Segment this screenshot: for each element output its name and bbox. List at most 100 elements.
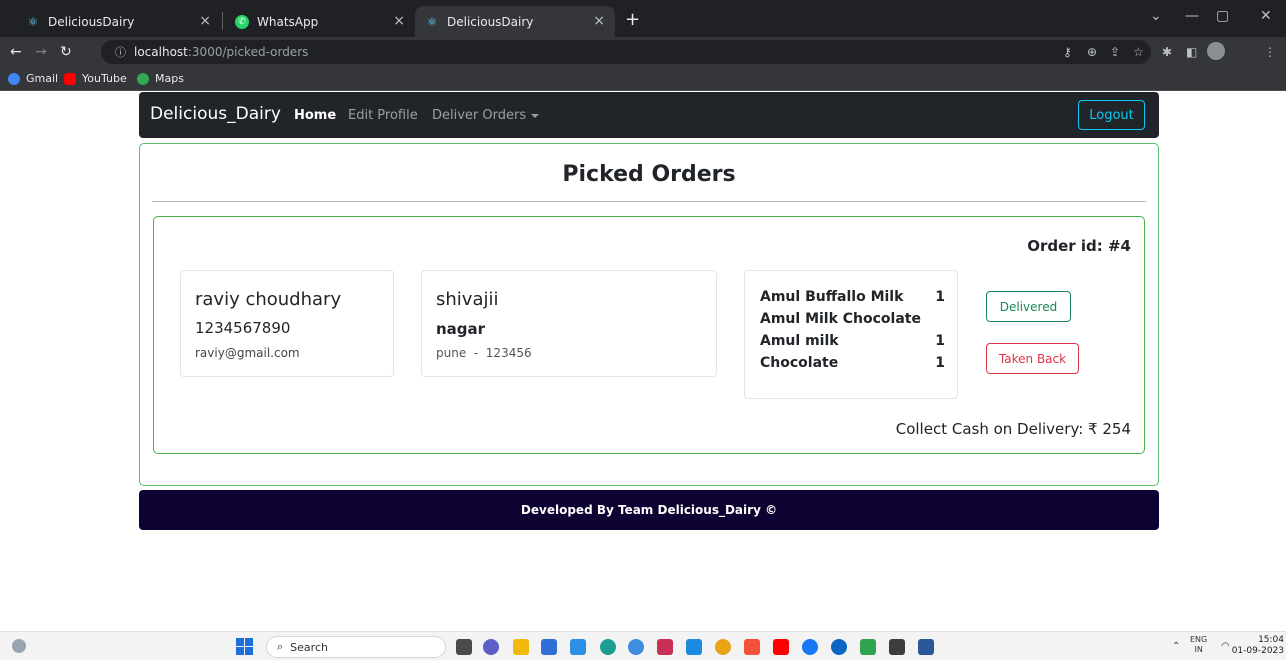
react-icon: ⚛ <box>426 14 438 29</box>
tab-title: DeliciousDairy <box>48 14 135 29</box>
delivered-button[interactable]: Delivered <box>986 291 1071 322</box>
sidepanel-icon[interactable]: ◧ <box>1186 45 1197 59</box>
browser-tab-bar: ⚛ DeliciousDairy × ✆ WhatsApp × ⚛ Delici… <box>0 0 1286 37</box>
customer-name: raviy choudhary <box>195 289 342 310</box>
items-list: Amul Buffallo Milk 1 Amul Milk Chocolate… <box>760 289 945 377</box>
zoom-icon[interactable]: ⊕ <box>1087 45 1097 59</box>
site-info-icon[interactable]: ⓘ <box>115 44 126 60</box>
title-divider <box>152 201 1146 202</box>
taskbar-clock[interactable]: 15:04 01-09-2023 <box>1226 635 1284 657</box>
order-card: Order id: #4 raviy choudhary 1234567890 … <box>153 216 1145 454</box>
key-icon[interactable]: ⚷ <box>1063 45 1072 59</box>
back-icon[interactable]: ← <box>10 44 22 60</box>
facebook-icon[interactable] <box>802 639 818 655</box>
url-host: localhost <box>134 45 188 59</box>
language-indicator[interactable]: ENG IN <box>1190 635 1207 655</box>
file-explorer-icon[interactable] <box>513 639 529 655</box>
word-icon[interactable] <box>918 639 934 655</box>
restore-icon[interactable]: ▢ <box>1216 8 1229 24</box>
tab-close-icon[interactable]: × <box>593 13 605 29</box>
bookmarks-bar: Gmail YouTube Maps <box>0 67 1286 91</box>
browser-tab-3[interactable]: ⚛ DeliciousDairy × <box>415 6 615 37</box>
browser-menu-icon[interactable]: ⋮ <box>1264 45 1276 59</box>
react-icon: ⚛ <box>27 14 39 29</box>
mail-icon[interactable] <box>570 639 586 655</box>
item-name: Chocolate <box>760 355 839 371</box>
logout-button[interactable]: Logout <box>1078 100 1145 130</box>
vscode-icon[interactable] <box>686 639 702 655</box>
profile-avatar[interactable] <box>1207 42 1225 60</box>
language-top: ENG <box>1190 635 1208 644</box>
maps-icon <box>137 72 149 85</box>
tab-close-icon[interactable]: × <box>393 13 405 29</box>
bookmark-youtube[interactable]: YouTube <box>64 72 127 85</box>
windows-start-icon[interactable] <box>236 638 253 655</box>
chrome-icon[interactable] <box>715 639 731 655</box>
item-name: Amul milk <box>760 333 839 349</box>
items-card: Amul Buffallo Milk 1 Amul Milk Chocolate… <box>744 270 958 399</box>
address-line-2: nagar <box>436 320 486 338</box>
bookmark-gmail[interactable]: Gmail <box>8 72 58 85</box>
tray-overflow-icon[interactable]: ⌃ <box>1172 641 1180 652</box>
nav-edit-profile[interactable]: Edit Profile <box>348 108 418 123</box>
edge-icon[interactable] <box>600 639 616 655</box>
store-icon[interactable] <box>541 639 557 655</box>
skype-icon[interactable] <box>831 639 847 655</box>
task-view-icon[interactable] <box>456 639 472 655</box>
item-name: Amul Milk Chocolate <box>760 311 921 327</box>
page-title: Picked Orders <box>562 162 736 187</box>
tab-title: DeliciousDairy <box>447 14 534 29</box>
minimize-icon[interactable]: — <box>1185 8 1199 24</box>
whatsapp-icon: ✆ <box>235 14 249 29</box>
weather-icon[interactable] <box>12 639 26 653</box>
browser-tab-1[interactable]: ⚛ DeliciousDairy × <box>16 6 221 37</box>
chevron-down-icon <box>531 113 540 118</box>
terminal-icon[interactable] <box>889 639 905 655</box>
item-qty: 1 <box>935 289 945 305</box>
address-bar: ← → ↻ ⓘ localhost :3000/picked-orders ⚷ … <box>0 37 1286 67</box>
new-tab-button[interactable]: + <box>625 9 640 30</box>
item-qty: 1 <box>935 355 945 371</box>
share-icon[interactable]: ⇪ <box>1110 45 1120 59</box>
taken-back-button[interactable]: Taken Back <box>986 343 1079 374</box>
address-line-1: shivajii <box>436 289 499 310</box>
python-icon[interactable] <box>628 639 644 655</box>
brand-logo[interactable]: Delicious_Dairy <box>150 104 281 124</box>
app-navbar: Delicious_Dairy Home Edit Profile Delive… <box>139 92 1159 138</box>
browser-tab-2[interactable]: ✆ WhatsApp × <box>225 6 415 37</box>
taskbar-search[interactable]: ⌕ Search <box>266 636 446 658</box>
url-path: :3000/picked-orders <box>187 45 309 59</box>
clock-date: 01-09-2023 <box>1231 646 1284 656</box>
bookmark-label: Maps <box>155 72 184 85</box>
customer-phone: 1234567890 <box>195 319 291 337</box>
nav-deliver-orders[interactable]: Deliver Orders <box>432 108 540 123</box>
close-window-icon[interactable]: ✕ <box>1260 8 1272 24</box>
brave-icon[interactable] <box>744 639 760 655</box>
bookmark-star-icon[interactable]: ☆ <box>1133 45 1144 59</box>
nav-home[interactable]: Home <box>294 108 336 123</box>
forward-icon[interactable]: → <box>35 44 47 60</box>
list-item: Amul Buffallo Milk 1 <box>760 289 945 306</box>
bookmark-maps[interactable]: Maps <box>137 72 184 85</box>
bookmark-label: Gmail <box>26 72 59 85</box>
extensions-icon[interactable]: ✱ <box>1162 45 1172 59</box>
cash-on-delivery: Collect Cash on Delivery: ₹ 254 <box>895 420 1131 438</box>
taskbar-search-label: Search <box>290 640 328 654</box>
youtube-app-icon[interactable] <box>773 639 789 655</box>
search-icon: ⌕ <box>277 640 284 653</box>
customer-card: raviy choudhary 1234567890 raviy@gmail.c… <box>180 270 394 377</box>
reload-icon[interactable]: ↻ <box>60 44 72 60</box>
mcafee-icon[interactable] <box>657 639 673 655</box>
clock-time: 15:04 <box>1258 635 1284 645</box>
git-icon[interactable] <box>860 639 876 655</box>
tab-search-icon[interactable]: ⌄ <box>1150 8 1162 24</box>
customer-email: raviy@gmail.com <box>195 346 300 360</box>
order-id: Order id: #4 <box>1027 237 1131 255</box>
bookmark-label: YouTube <box>82 72 127 85</box>
list-item: Amul Milk Chocolate <box>760 311 945 328</box>
url-input[interactable]: ⓘ localhost :3000/picked-orders <box>101 40 1151 64</box>
page-footer: Developed By Team Delicious_Dairy © <box>139 490 1159 530</box>
teams-icon[interactable] <box>483 639 499 655</box>
tab-close-icon[interactable]: × <box>199 13 211 29</box>
item-qty: 1 <box>935 333 945 349</box>
